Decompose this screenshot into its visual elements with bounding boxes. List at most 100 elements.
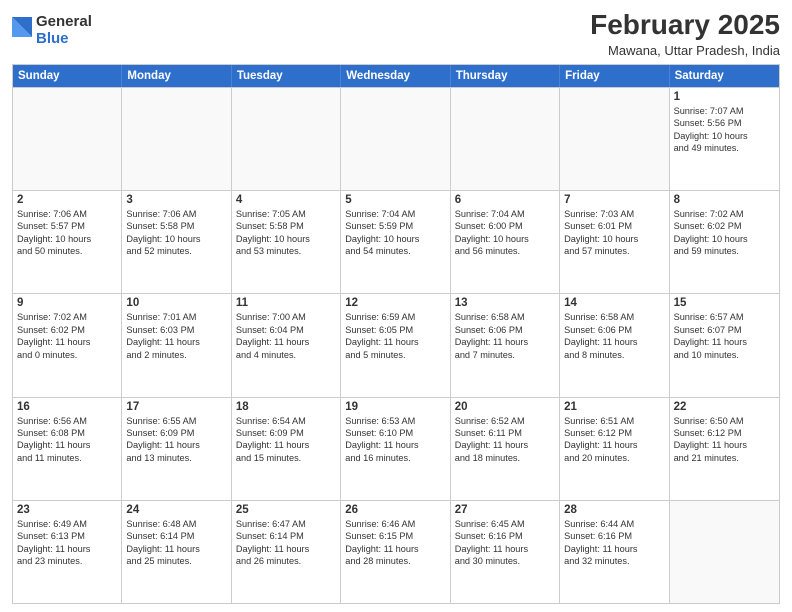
day-info: Sunrise: 6:58 AM Sunset: 6:06 PM Dayligh… <box>564 311 664 361</box>
calendar-cell: 9Sunrise: 7:02 AM Sunset: 6:02 PM Daylig… <box>13 294 122 396</box>
calendar-cell: 10 Sunrise: 7:01 AM Sunset: 6:03 PM Dayli… <box>122 294 231 396</box>
day-number: 1 <box>674 91 775 103</box>
day-number: 8 <box>674 194 775 206</box>
calendar-cell: 19Sunrise: 6:53 AM Sunset: 6:10 PM Dayli… <box>341 398 450 500</box>
calendar-cell <box>451 88 560 190</box>
calendar-cell: 5Sunrise: 7:04 AM Sunset: 5:59 PM Daylig… <box>341 191 450 293</box>
day-number: 2 <box>17 194 117 206</box>
day-info: Sunrise: 7:04 AM Sunset: 6:00 PM Dayligh… <box>455 208 555 258</box>
calendar-cell: 16 Sunrise: 6:56 AM Sunset: 6:08 PM Dayli… <box>13 398 122 500</box>
calendar-row: 9Sunrise: 7:02 AM Sunset: 6:02 PM Daylig… <box>13 293 779 396</box>
day-number: 16 <box>17 401 117 413</box>
calendar-cell: 28 Sunrise: 6:44 AM Sunset: 6:16 PM Dayli… <box>560 501 669 603</box>
title-block: February 2025 Mawana, Uttar Pradesh, Ind… <box>590 10 780 58</box>
calendar-cell: 17 Sunrise: 6:55 AM Sunset: 6:09 PM Dayli… <box>122 398 231 500</box>
calendar-cell: 11Sunrise: 7:00 AM Sunset: 6:04 PM Dayli… <box>232 294 341 396</box>
day-number: 17 <box>126 401 226 413</box>
day-number: 15 <box>674 297 775 309</box>
calendar-cell: 22 Sunrise: 6:50 AM Sunset: 6:12 PM Dayli… <box>670 398 779 500</box>
weekday-header: Wednesday <box>341 65 450 87</box>
calendar-cell <box>232 88 341 190</box>
day-number: 24 <box>126 504 226 516</box>
day-number: 10 <box>126 297 226 309</box>
calendar-cell: 18 Sunrise: 6:54 AM Sunset: 6:09 PM Dayli… <box>232 398 341 500</box>
day-number: 12 <box>345 297 445 309</box>
calendar-cell: 2 Sunrise: 7:06 AM Sunset: 5:57 PM Daylig… <box>13 191 122 293</box>
calendar-row: 2 Sunrise: 7:06 AM Sunset: 5:57 PM Daylig… <box>13 190 779 293</box>
day-number: 28 <box>564 504 664 516</box>
day-info: Sunrise: 6:56 AM Sunset: 6:08 PM Dayligh… <box>17 415 117 465</box>
day-number: 27 <box>455 504 555 516</box>
day-info: Sunrise: 7:04 AM Sunset: 5:59 PM Dayligh… <box>345 208 445 258</box>
day-number: 14 <box>564 297 664 309</box>
calendar-cell: 24 Sunrise: 6:48 AM Sunset: 6:14 PM Dayli… <box>122 501 231 603</box>
calendar-header: SundayMondayTuesdayWednesdayThursdayFrid… <box>13 65 779 87</box>
day-number: 22 <box>674 401 775 413</box>
day-number: 6 <box>455 194 555 206</box>
day-number: 25 <box>236 504 336 516</box>
day-number: 4 <box>236 194 336 206</box>
calendar-cell <box>341 88 450 190</box>
logo-blue: Blue <box>36 31 92 48</box>
day-info: Sunrise: 7:07 AM Sunset: 5:56 PM Dayligh… <box>674 105 775 155</box>
day-number: 23 <box>17 504 117 516</box>
day-info: Sunrise: 6:49 AM Sunset: 6:13 PM Dayligh… <box>17 518 117 568</box>
logo-triangle-icon <box>12 17 32 45</box>
day-number: 19 <box>345 401 445 413</box>
calendar-cell: 15 Sunrise: 6:57 AM Sunset: 6:07 PM Dayli… <box>670 294 779 396</box>
calendar-cell: 21 Sunrise: 6:51 AM Sunset: 6:12 PM Dayli… <box>560 398 669 500</box>
day-number: 9 <box>17 297 117 309</box>
calendar-cell: 27 Sunrise: 6:45 AM Sunset: 6:16 PM Dayli… <box>451 501 560 603</box>
weekday-header: Tuesday <box>232 65 341 87</box>
month-title: February 2025 <box>590 10 780 41</box>
day-number: 3 <box>126 194 226 206</box>
day-info: Sunrise: 6:47 AM Sunset: 6:14 PM Dayligh… <box>236 518 336 568</box>
logo-text: General Blue <box>36 14 92 47</box>
day-info: Sunrise: 6:48 AM Sunset: 6:14 PM Dayligh… <box>126 518 226 568</box>
day-info: Sunrise: 7:03 AM Sunset: 6:01 PM Dayligh… <box>564 208 664 258</box>
calendar: SundayMondayTuesdayWednesdayThursdayFrid… <box>12 64 780 604</box>
day-number: 26 <box>345 504 445 516</box>
day-info: Sunrise: 6:50 AM Sunset: 6:12 PM Dayligh… <box>674 415 775 465</box>
day-number: 7 <box>564 194 664 206</box>
day-info: Sunrise: 6:45 AM Sunset: 6:16 PM Dayligh… <box>455 518 555 568</box>
day-number: 18 <box>236 401 336 413</box>
logo-general: General <box>36 14 92 31</box>
calendar-row: 1 Sunrise: 7:07 AM Sunset: 5:56 PM Daylig… <box>13 87 779 190</box>
calendar-cell: 1 Sunrise: 7:07 AM Sunset: 5:56 PM Daylig… <box>670 88 779 190</box>
day-number: 11 <box>236 297 336 309</box>
day-info: Sunrise: 6:54 AM Sunset: 6:09 PM Dayligh… <box>236 415 336 465</box>
day-number: 21 <box>564 401 664 413</box>
day-info: Sunrise: 6:55 AM Sunset: 6:09 PM Dayligh… <box>126 415 226 465</box>
calendar-cell: 12Sunrise: 6:59 AM Sunset: 6:05 PM Dayli… <box>341 294 450 396</box>
calendar-cell: 20Sunrise: 6:52 AM Sunset: 6:11 PM Dayli… <box>451 398 560 500</box>
calendar-cell <box>122 88 231 190</box>
day-info: Sunrise: 6:52 AM Sunset: 6:11 PM Dayligh… <box>455 415 555 465</box>
day-info: Sunrise: 7:05 AM Sunset: 5:58 PM Dayligh… <box>236 208 336 258</box>
weekday-header: Monday <box>122 65 231 87</box>
weekday-header: Thursday <box>451 65 560 87</box>
calendar-cell <box>670 501 779 603</box>
weekday-header: Sunday <box>13 65 122 87</box>
calendar-cell: 14 Sunrise: 6:58 AM Sunset: 6:06 PM Dayli… <box>560 294 669 396</box>
weekday-header: Saturday <box>670 65 779 87</box>
calendar-cell: 8 Sunrise: 7:02 AM Sunset: 6:02 PM Daylig… <box>670 191 779 293</box>
day-info: Sunrise: 6:44 AM Sunset: 6:16 PM Dayligh… <box>564 518 664 568</box>
calendar-cell: 26Sunrise: 6:46 AM Sunset: 6:15 PM Dayli… <box>341 501 450 603</box>
day-info: Sunrise: 6:58 AM Sunset: 6:06 PM Dayligh… <box>455 311 555 361</box>
calendar-cell: 23 Sunrise: 6:49 AM Sunset: 6:13 PM Dayli… <box>13 501 122 603</box>
day-info: Sunrise: 6:57 AM Sunset: 6:07 PM Dayligh… <box>674 311 775 361</box>
calendar-cell: 25 Sunrise: 6:47 AM Sunset: 6:14 PM Dayli… <box>232 501 341 603</box>
page: General Blue February 2025 Mawana, Uttar… <box>0 0 792 612</box>
day-number: 13 <box>455 297 555 309</box>
day-info: Sunrise: 7:06 AM Sunset: 5:58 PM Dayligh… <box>126 208 226 258</box>
calendar-cell <box>560 88 669 190</box>
calendar-cell: 4 Sunrise: 7:05 AM Sunset: 5:58 PM Daylig… <box>232 191 341 293</box>
day-info: Sunrise: 7:06 AM Sunset: 5:57 PM Dayligh… <box>17 208 117 258</box>
day-info: Sunrise: 7:01 AM Sunset: 6:03 PM Dayligh… <box>126 311 226 361</box>
day-info: Sunrise: 7:02 AM Sunset: 6:02 PM Dayligh… <box>674 208 775 258</box>
day-info: Sunrise: 6:51 AM Sunset: 6:12 PM Dayligh… <box>564 415 664 465</box>
calendar-body: 1 Sunrise: 7:07 AM Sunset: 5:56 PM Daylig… <box>13 87 779 603</box>
calendar-cell: 7 Sunrise: 7:03 AM Sunset: 6:01 PM Daylig… <box>560 191 669 293</box>
calendar-cell <box>13 88 122 190</box>
